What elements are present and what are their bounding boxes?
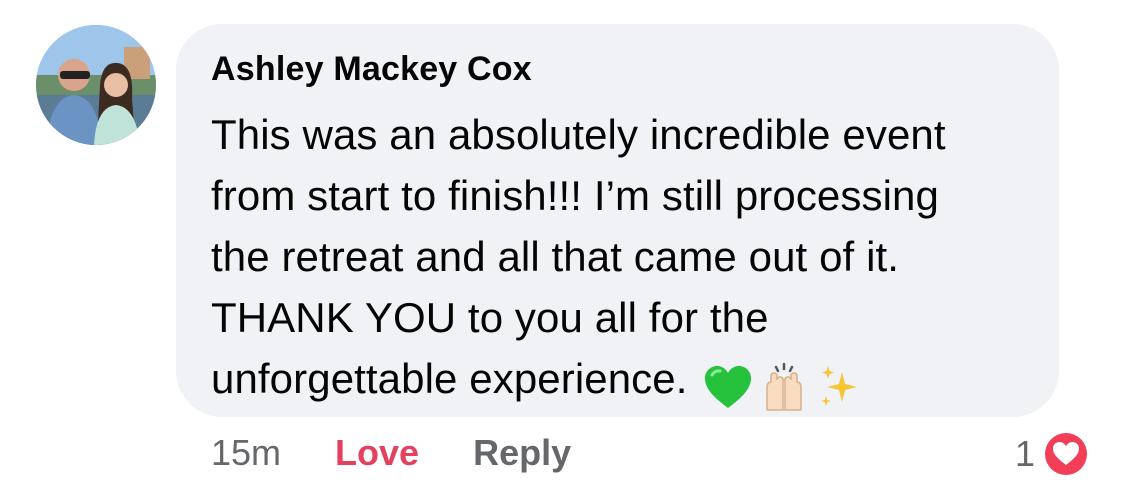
comment-line: unforgettable experience.: [211, 355, 688, 402]
comment-actions: 15m Love Reply: [211, 432, 615, 474]
love-reaction-icon: [1042, 430, 1090, 478]
reaction-summary[interactable]: 1: [1015, 429, 1091, 479]
comment-text: This was an absolutely incredible event …: [211, 104, 1051, 415]
love-button[interactable]: Love: [335, 432, 419, 474]
comment: Ashley Mackey Cox This was an absolutely…: [0, 0, 1125, 495]
comment-line: THANK YOU to you all for the: [211, 294, 769, 341]
emoji-row: [702, 354, 870, 415]
comment-line: This was an absolutely incredible event: [211, 111, 946, 158]
sparkles-icon: [820, 365, 857, 406]
green-heart-icon: [704, 365, 751, 408]
comment-last-line: unforgettable experience.: [211, 348, 1051, 415]
avatar[interactable]: [36, 25, 156, 145]
comment-line: from start to finish!!! I’m still proces…: [211, 172, 939, 219]
reply-button[interactable]: Reply: [473, 432, 571, 474]
comment-line: the retreat and all that came out of it.: [211, 233, 900, 280]
author-name[interactable]: Ashley Mackey Cox: [211, 50, 532, 89]
raising-hands-icon: [765, 362, 802, 411]
timestamp[interactable]: 15m: [211, 432, 281, 474]
reaction-count: 1: [1014, 433, 1035, 474]
